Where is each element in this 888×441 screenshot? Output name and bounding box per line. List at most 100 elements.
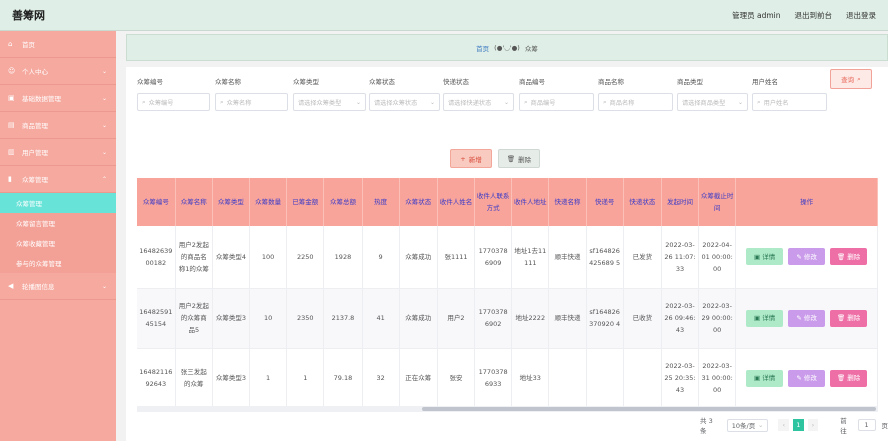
col-header[interactable]: 收件人姓名 bbox=[437, 178, 476, 226]
users-icon: ▥ bbox=[8, 148, 15, 156]
prev-page-button[interactable]: ‹ bbox=[778, 419, 790, 431]
col-header[interactable]: 快递号 bbox=[586, 178, 624, 226]
edit-icon: ✎ bbox=[796, 314, 802, 322]
detail-button[interactable]: ▣ 详情 bbox=[746, 248, 784, 266]
col-header[interactable]: 已筹金额 bbox=[286, 178, 325, 226]
goto-page-input[interactable]: 1 bbox=[857, 419, 876, 431]
cell: 已收货 bbox=[623, 288, 662, 349]
col-header[interactable]: 众筹数量 bbox=[249, 178, 288, 226]
filter-express-status: 快递状态 请选择快递状态 ⌄ bbox=[443, 76, 514, 111]
delete-button[interactable]: 🗑 删除 bbox=[830, 309, 868, 327]
edit-button[interactable]: ✎ 修改 bbox=[788, 248, 826, 266]
filter-label: 快递状态 bbox=[443, 78, 469, 86]
sidebar-item-goods[interactable]: ▤ 商品管理 ⌄ bbox=[0, 112, 116, 139]
cell: 2022-03-29 00:00:00 bbox=[698, 288, 737, 349]
detail-button[interactable]: ▣ 详情 bbox=[746, 309, 784, 327]
sidebar-item-home[interactable]: ⌂ 首页 bbox=[0, 31, 116, 58]
goods-name-input[interactable]: ⌕ 商品名称 bbox=[598, 93, 673, 111]
col-header[interactable]: 快递名称 bbox=[548, 178, 587, 226]
edit-icon: ✎ bbox=[796, 374, 802, 382]
batch-delete-button[interactable]: 🗑 删除 bbox=[498, 149, 540, 168]
add-button[interactable]: + 新增 bbox=[450, 149, 492, 168]
cell: 41 bbox=[362, 288, 400, 349]
search-button[interactable]: 查询 ⌕ bbox=[830, 69, 872, 89]
sidebar-subitem-messages[interactable]: 众筹留言管理 bbox=[0, 213, 116, 233]
sidebar-subitem-crowdfunding[interactable]: 众筹管理 bbox=[0, 193, 116, 213]
scrollbar-thumb[interactable] bbox=[422, 407, 876, 411]
edit-button[interactable]: ✎ 修改 bbox=[788, 369, 826, 387]
edit-button[interactable]: ✎ 修改 bbox=[788, 309, 826, 327]
detail-icon: ▣ bbox=[754, 314, 761, 322]
edit-label: 修改 bbox=[803, 252, 817, 261]
horizontal-scrollbar[interactable] bbox=[137, 406, 878, 412]
sidebar-subitem-participated[interactable]: 参与的众筹管理 bbox=[0, 253, 116, 273]
crowdfund-name-input[interactable]: ⌕ 众筹名称 bbox=[215, 93, 288, 111]
col-header[interactable]: 众筹类型 bbox=[212, 178, 251, 226]
crowdfund-no-input[interactable]: ⌕ 众筹编号 bbox=[137, 93, 210, 111]
sidebar-item-profile[interactable]: ☺ 个人中心 ⌄ bbox=[0, 58, 116, 85]
cell: 79.18 bbox=[323, 348, 363, 409]
filter-user-name: 用户姓名 ⌕ 用户姓名 bbox=[752, 76, 827, 111]
back-to-front-link[interactable]: 退出到前台 bbox=[795, 10, 833, 21]
breadcrumb-home[interactable]: 首页 bbox=[476, 43, 489, 53]
filter-crowdfund-status: 众筹状态 请选择众筹状态 ⌄ bbox=[369, 76, 440, 111]
filter-label: 众筹编号 bbox=[137, 78, 163, 86]
sidebar-item-label: 个人中心 bbox=[22, 68, 48, 76]
col-header[interactable]: 众筹截止时间 bbox=[698, 178, 737, 226]
col-header[interactable]: 快递状态 bbox=[623, 178, 662, 226]
sidebar-item-users[interactable]: ▥ 用户管理 ⌄ bbox=[0, 139, 116, 166]
delete-label: 删除 bbox=[847, 314, 861, 322]
user-icon: ☺ bbox=[8, 67, 16, 75]
sidebar-item-carousel[interactable]: ◀ 轮播图信息 ⌄ bbox=[0, 273, 116, 300]
filter-crowdfund-name: 众筹名称 ⌕ 众筹名称 bbox=[215, 76, 288, 111]
col-header[interactable]: 众筹名称 bbox=[175, 178, 213, 226]
detail-button[interactable]: ▣ 详情 bbox=[746, 369, 784, 387]
chevron-down-icon: ⌄ bbox=[101, 282, 107, 290]
admin-user-label[interactable]: 管理员 admin bbox=[732, 10, 780, 21]
user-name-input[interactable]: ⌕ 用户姓名 bbox=[752, 93, 827, 111]
crowdfund-type-select[interactable]: 请选择众筹类型 ⌄ bbox=[293, 93, 366, 111]
col-header[interactable]: 收件人地址 bbox=[511, 178, 550, 226]
goods-type-select[interactable]: 请选择商品类型 ⌄ bbox=[677, 93, 748, 111]
filter-goods-type: 商品类型 请选择商品类型 ⌄ bbox=[677, 76, 748, 111]
page-number-current[interactable]: 1 bbox=[793, 419, 804, 431]
col-header[interactable]: 热度 bbox=[362, 178, 400, 226]
breadcrumb: 首页 (●'◡'●) 众筹 bbox=[126, 34, 888, 61]
logout-link[interactable]: 退出登录 bbox=[846, 10, 876, 21]
delete-button[interactable]: 🗑 删除 bbox=[830, 248, 868, 266]
main-content: 首页 (●'◡'●) 众筹 众筹编号 ⌕ 众筹编号 众筹名称 ⌕ 众筹名称 众筹类型… bbox=[126, 31, 888, 441]
carousel-icon: ◀ bbox=[8, 282, 14, 290]
express-status-select[interactable]: 请选择快递状态 ⌄ bbox=[443, 93, 514, 111]
placeholder: 用户姓名 bbox=[763, 99, 789, 107]
col-header[interactable]: 众筹状态 bbox=[399, 178, 438, 226]
filter-label: 商品编号 bbox=[519, 78, 545, 86]
trash-icon: 🗑 bbox=[836, 374, 846, 382]
goods-no-input[interactable]: ⌕ 商品编号 bbox=[519, 93, 594, 111]
sidebar-item-basic-data[interactable]: ▣ 基础数据管理 ⌄ bbox=[0, 85, 116, 112]
filter-label: 用户姓名 bbox=[752, 78, 778, 86]
col-header[interactable]: 发起时间 bbox=[661, 178, 700, 226]
col-header[interactable]: 众筹总额 bbox=[323, 178, 363, 226]
sidebar-item-crowdfunding[interactable]: ▮ 众筹管理 ⌃ bbox=[0, 166, 116, 193]
next-page-button[interactable]: › bbox=[807, 419, 819, 431]
sidebar-subitem-favorites[interactable]: 众筹收藏管理 bbox=[0, 233, 116, 253]
cell: 2022-04-01 00:00:00 bbox=[698, 226, 737, 289]
placeholder: 众筹名称 bbox=[226, 99, 252, 107]
cell: 17703786933 bbox=[474, 348, 513, 409]
plus-icon: + bbox=[460, 154, 466, 163]
col-header[interactable]: 众筹编号 bbox=[137, 178, 176, 226]
col-header[interactable]: 收件人联系方式 bbox=[474, 178, 513, 226]
delete-button[interactable]: 🗑 删除 bbox=[830, 369, 868, 387]
edit-label: 修改 bbox=[803, 314, 817, 322]
page-size-select[interactable]: 10条/页 ⌄ bbox=[726, 418, 769, 432]
chevron-down-icon: ⌄ bbox=[101, 121, 107, 129]
placeholder: 商品名称 bbox=[609, 99, 635, 107]
trash-icon: 🗑 bbox=[506, 154, 516, 163]
cell: 地址2222 bbox=[511, 288, 550, 349]
crowdfund-status-select[interactable]: 请选择众筹状态 ⌄ bbox=[369, 93, 440, 111]
app-title: 善筹网 bbox=[12, 9, 45, 22]
placeholder: 请选择商品类型 bbox=[682, 99, 726, 107]
row-actions: ▣ 详情 ✎ 修改 🗑 删除 bbox=[735, 226, 878, 289]
search-icon: ⌕ bbox=[757, 97, 761, 106]
filter-label: 商品类型 bbox=[677, 78, 703, 86]
